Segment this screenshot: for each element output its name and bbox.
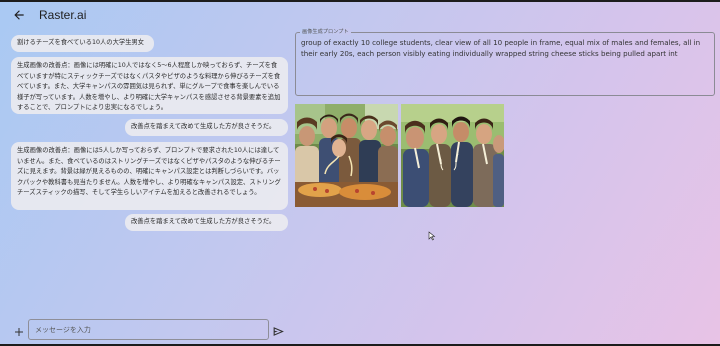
photo-students-group-1 bbox=[295, 104, 398, 207]
app-title: Raster.ai bbox=[39, 8, 87, 22]
add-attachment-button[interactable] bbox=[13, 323, 25, 336]
image-prompt-field[interactable]: 画像生成プロンプト group of exactly 10 college st… bbox=[295, 28, 715, 96]
message-input[interactable] bbox=[28, 319, 269, 340]
prompt-label: 画像生成プロンプト bbox=[300, 28, 351, 35]
generated-image-1[interactable] bbox=[295, 104, 398, 207]
plus-icon bbox=[15, 328, 23, 336]
back-button[interactable] bbox=[9, 5, 29, 25]
photo-students-group-2 bbox=[401, 104, 504, 207]
user-message: 改善点を踏まえて改めて生成した方が良さそうだ。 bbox=[125, 214, 288, 231]
app-header: Raster.ai bbox=[0, 2, 720, 28]
mouse-cursor-icon bbox=[428, 231, 436, 241]
send-icon bbox=[273, 327, 284, 336]
assistant-message: 生成画像の改善点：画像には明確に10人ではなく5〜6人程度しか映っておらず、チー… bbox=[11, 57, 288, 114]
user-message: 割けるチーズを食べている10人の大学生男女 bbox=[11, 35, 154, 52]
generated-image-2[interactable] bbox=[401, 104, 504, 207]
user-message: 改善点を踏まえて改めて生成した方が良さそうだ。 bbox=[125, 119, 288, 136]
arrow-left-icon bbox=[14, 10, 24, 20]
assistant-message: 生成画像の改善点：画像には5人しか写っておらず、プロンプトで要求された10人には… bbox=[11, 142, 288, 210]
chat-panel: 割けるチーズを食べている10人の大学生男女 生成画像の改善点：画像には明確に10… bbox=[0, 30, 292, 312]
send-button[interactable] bbox=[272, 323, 285, 336]
message-input-bar bbox=[0, 318, 292, 342]
prompt-text: group of exactly 10 college students, cl… bbox=[301, 38, 701, 59]
